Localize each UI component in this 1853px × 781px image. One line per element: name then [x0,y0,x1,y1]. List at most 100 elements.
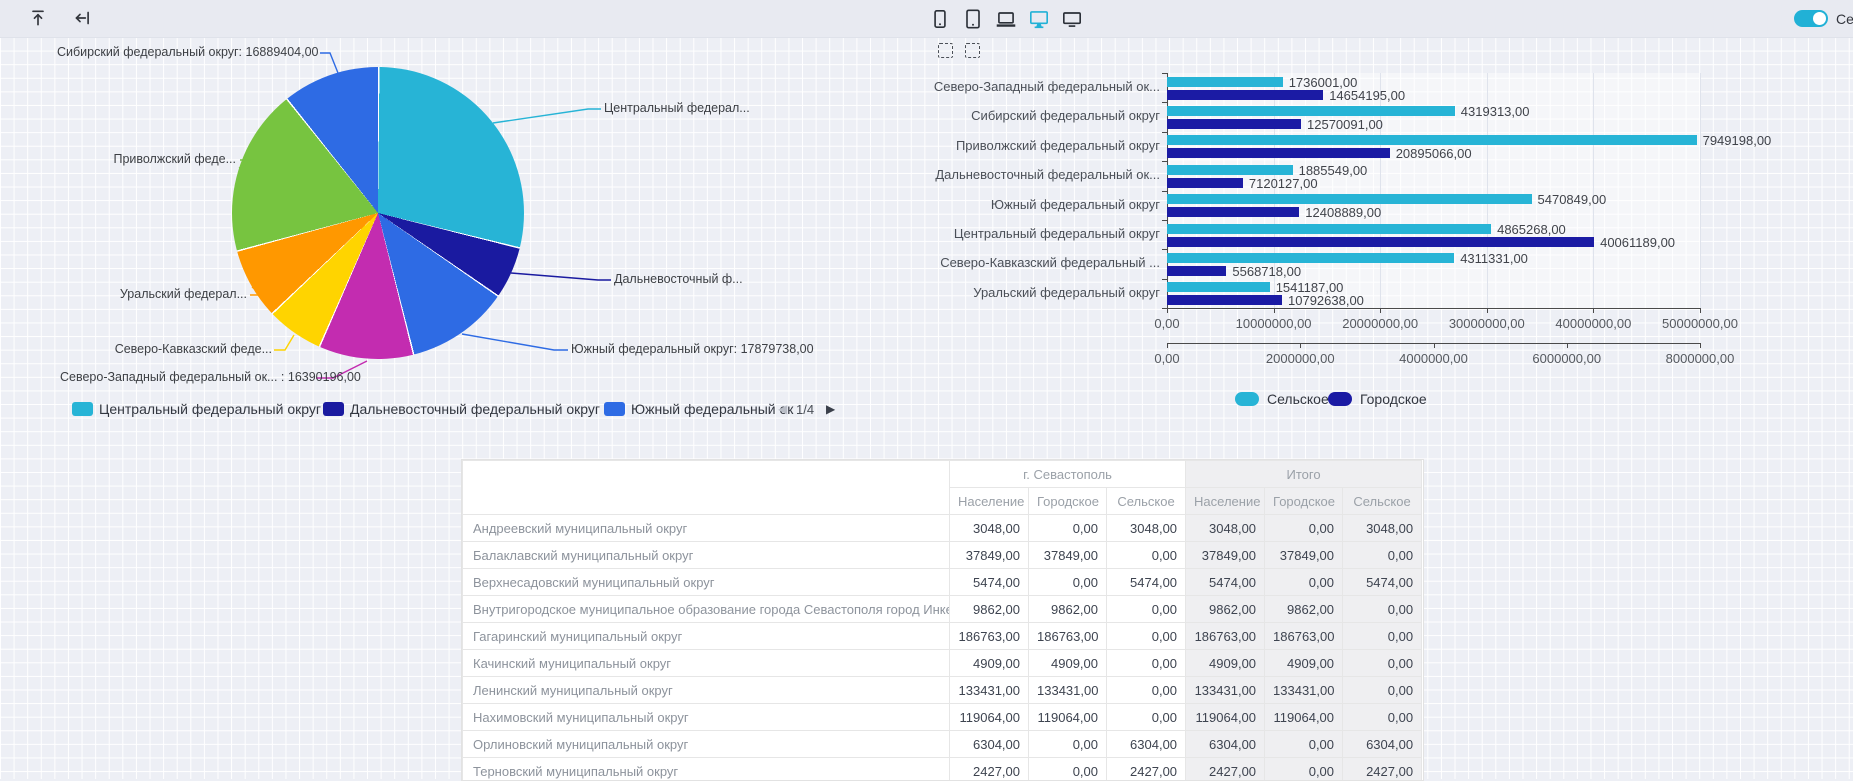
table-cell-name: Верхнесадовский муниципальный округ [463,569,950,596]
device-tablet-icon[interactable] [961,7,985,31]
table-cell-value: 4909,00 [950,650,1029,677]
bar-rural[interactable] [1167,224,1491,234]
table-cell-value: 0,00 [1107,596,1186,623]
table-cell-value: 0,00 [1029,758,1107,781]
table-cell-value: 37849,00 [1029,542,1107,569]
legend-swatch-centralny[interactable] [72,402,93,416]
bar-urban-value-label: 40061189,00 [1600,235,1675,250]
bar-urban[interactable] [1167,207,1299,217]
bar-category-label: Центральный федеральный округ [930,226,1160,241]
table-row: Балаклавский муниципальный округ37849,00… [463,542,1422,569]
grid-toggle[interactable] [1794,10,1828,27]
bar-urban[interactable] [1167,237,1594,247]
toggle-knob [1813,12,1826,25]
table-cell-value: 0,00 [1107,650,1186,677]
table-cell-name: Терновский муниципальный округ [463,758,950,781]
category-axis-tick [1162,132,1167,133]
table-cell-value: 0,00 [1107,542,1186,569]
category-axis-tick [1162,102,1167,103]
table-cell-value: 0,00 [1029,515,1107,542]
table-cell-value: 0,00 [1107,704,1186,731]
x-axis-top-tick [1593,308,1594,313]
table-cell-value: 0,00 [1343,596,1422,623]
x-axis-top-tick-label: 0,00 [1107,316,1227,331]
table-cell-value: 37849,00 [1265,542,1343,569]
bar-rural[interactable] [1167,253,1454,263]
bar-rural[interactable] [1167,77,1283,87]
table-cell-name: Нахимовский муниципальный округ [463,704,950,731]
collapse-left-icon[interactable] [72,8,92,28]
bar-legend-label-rural[interactable]: Сельское [1267,391,1329,407]
top-toolbar: Сетка [0,0,1853,38]
bar-urban[interactable] [1167,90,1323,100]
bar-category-label: Северо-Западный федеральный ок... [930,79,1160,94]
bar-rural[interactable] [1167,194,1532,204]
bar-urban-value-label: 10792638,00 [1288,293,1364,308]
table-cell-value: 133431,00 [1029,677,1107,704]
table-column-header: Сельское [1107,488,1186,515]
table-cell-value: 2427,00 [1186,758,1265,781]
bar-urban-value-label: 5568718,00 [1232,264,1301,279]
table-column-header: Городское [1265,488,1343,515]
table-cell-value: 0,00 [1265,569,1343,596]
bar-legend-swatch-rural[interactable] [1235,392,1259,406]
bar-urban[interactable] [1167,266,1226,276]
x-axis-bottom-tick [1700,343,1701,348]
export-icon[interactable] [28,8,48,28]
grid-toggle-label: Сетка [1836,11,1853,27]
legend-next-page-icon[interactable]: ▶ [826,402,835,416]
gridline-vertical [1700,73,1701,308]
device-desktop-icon-active[interactable] [1027,7,1051,31]
legend-swatch-yuzhny[interactable] [604,402,625,416]
table-cell-name: Орлиновский муниципальный округ [463,731,950,758]
table-cell-value: 3048,00 [950,515,1029,542]
category-axis-tick [1162,279,1167,280]
x-axis-bottom-tick-label: 0,00 [1107,351,1227,366]
x-axis-bottom-tick-label: 2000000,00 [1240,351,1360,366]
table-cell-value: 0,00 [1343,650,1422,677]
table-cell-value: 6304,00 [950,731,1029,758]
bar-urban[interactable] [1167,178,1243,188]
table-cell-value: 37849,00 [1186,542,1265,569]
table-widget: г. СевастопольИтогоНаселениеГородскоеСел… [461,459,1424,781]
table-cell-value: 186763,00 [950,623,1029,650]
table-cell-value: 3048,00 [1186,515,1265,542]
category-axis-tick [1162,249,1167,250]
pie-chart[interactable] [232,67,524,359]
bar-urban-value-label: 20895066,00 [1396,146,1472,161]
bar-rural[interactable] [1167,135,1697,145]
bar-urban[interactable] [1167,119,1301,129]
device-phone-icon[interactable] [928,7,952,31]
bar-urban[interactable] [1167,295,1282,305]
bar-urban[interactable] [1167,148,1390,158]
x-axis-top-tick-label: 10000000,00 [1214,316,1334,331]
gridline-vertical [1593,73,1594,308]
data-table: г. СевастопольИтогоНаселениеГородскоеСел… [462,460,1422,781]
table-row: Ленинский муниципальный округ133431,0013… [463,677,1422,704]
table-cell-value: 119064,00 [1186,704,1265,731]
pie-label-yuzhny: Южный федеральный округ: 17879738,00 [571,341,814,358]
bar-rural[interactable] [1167,282,1270,292]
legend-swatch-dalnevostochny[interactable] [323,402,344,416]
legend-prev-page-icon[interactable]: ◀ [778,402,787,416]
table-cell-value: 0,00 [1343,542,1422,569]
x-axis-bottom-tick-label: 6000000,00 [1507,351,1627,366]
device-widescreen-icon[interactable] [1060,7,1084,31]
table-group-header: г. Севастополь [950,461,1186,488]
legend-label-yuzhny[interactable]: Южный федеральный ок [631,401,793,417]
x-axis-top-tick-label: 20000000,00 [1320,316,1440,331]
pie-label-sibirsky: Сибирский федеральный округ: 16889404,00 [57,44,317,61]
table-cell-value: 0,00 [1029,569,1107,596]
table-cell-value: 133431,00 [950,677,1029,704]
bar-legend-swatch-urban[interactable] [1328,392,1352,406]
table-cell-value: 4909,00 [1029,650,1107,677]
x-axis-top-line [1167,308,1700,309]
table-cell-value: 0,00 [1029,731,1107,758]
legend-label-dalnevostochny[interactable]: Дальневосточный федеральный округ [350,401,600,417]
device-laptop-icon[interactable] [994,7,1018,31]
table-cell-value: 0,00 [1265,731,1343,758]
legend-label-centralny[interactable]: Центральный федеральный округ [99,401,321,417]
bar-rural[interactable] [1167,106,1455,116]
bar-legend-label-urban[interactable]: Городское [1360,391,1427,407]
bar-rural[interactable] [1167,165,1293,175]
